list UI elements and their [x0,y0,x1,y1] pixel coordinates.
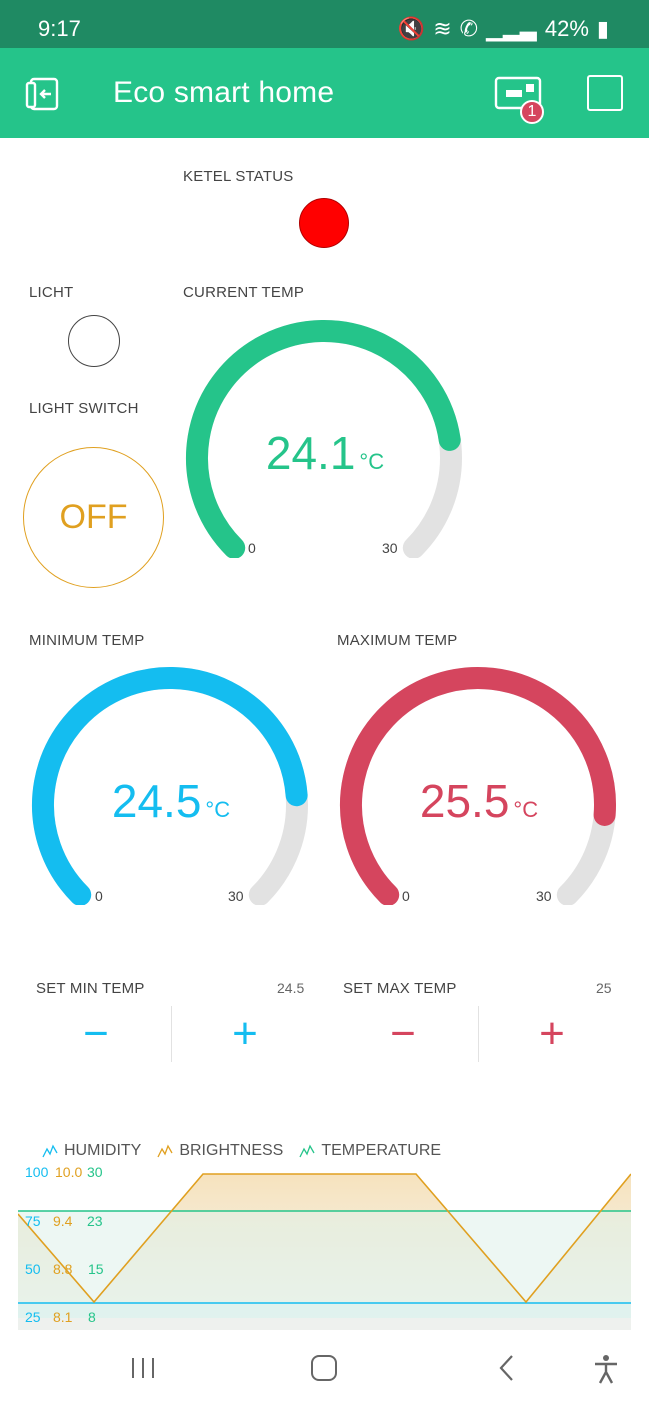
accessibility-icon[interactable] [593,1354,619,1384]
brightness-tick-8-1: 8.1 [53,1309,73,1325]
current-temp-max: 30 [382,540,398,556]
humidity-tick-100: 100 [25,1164,49,1180]
recents-icon[interactable] [130,1356,156,1380]
set-min-temp-label: SET MIN TEMP [36,980,145,997]
legend-temperature[interactable]: TEMPERATURE [299,1142,441,1160]
legend-humidity[interactable]: HUMIDITY [42,1142,141,1160]
mute-icon: 🔇 [397,16,426,41]
chart-legend: HUMIDITY BRIGHTNESS TEMPERATURE [42,1142,441,1160]
humidity-tick-25: 25 [25,1309,41,1325]
signal-icon: ▁▂▃ [486,16,537,41]
ketel-status-label: KETEL STATUS [183,168,294,185]
licht-label: LICHT [29,284,74,301]
temperature-tick-23: 23 [87,1213,103,1229]
legend-brightness[interactable]: BRIGHTNESS [157,1142,283,1160]
set-min-temp-value: 24.5 [277,980,305,996]
set-min-plus-button[interactable]: + [215,1012,275,1056]
status-bar: 9:17 🔇 ≋ ✆ ▁▂▃ 42% ▮ [0,0,649,48]
temperature-tick-8: 8 [88,1309,96,1325]
legend-brightness-label: BRIGHTNESS [179,1142,284,1159]
minimum-temp-max: 30 [228,888,244,904]
light-switch-label: LIGHT SWITCH [29,400,139,417]
wifi-icon: ≋ [433,16,452,41]
set-max-temp-value: 25 [596,980,612,996]
superchart[interactable] [18,1172,631,1332]
app-bar: Eco smart home 1 [0,48,649,138]
light-switch-button[interactable]: OFF [23,447,164,588]
minimum-temp-value: 24.5 °C [111,775,231,827]
set-max-divider [478,1006,479,1062]
temperature-tick-15: 15 [88,1261,104,1277]
system-nav-bar [0,1330,649,1407]
set-max-minus-button[interactable]: − [373,1012,433,1056]
brightness-legend-icon [157,1144,173,1158]
minimum-temp-label: MINIMUM TEMP [29,632,145,649]
settings-square-icon[interactable] [587,75,623,111]
home-icon[interactable] [311,1355,337,1381]
legend-temperature-label: TEMPERATURE [321,1142,442,1159]
set-min-minus-button[interactable]: − [66,1012,126,1056]
maximum-temp-min: 0 [402,888,410,904]
light-switch-state: OFF [59,498,128,536]
app-title: Eco smart home [113,76,335,109]
brightness-tick-10: 10.0 [55,1164,83,1180]
maximum-temp-label: MAXIMUM TEMP [337,632,458,649]
brightness-tick-9-4: 9.4 [53,1213,73,1229]
maximum-temp-value: 25.5 °C [419,775,539,827]
set-max-temp-label: SET MAX TEMP [343,980,457,997]
legend-humidity-label: HUMIDITY [64,1142,142,1159]
licht-led [68,315,120,367]
exit-icon[interactable] [25,76,61,112]
wifi-call-icon: ✆ [459,16,479,41]
notification-badge: 1 [527,103,537,120]
device-icon[interactable]: 1 [494,74,544,124]
current-temp-value: 24.1 °C [265,427,385,479]
temperature-tick-30: 30 [87,1164,103,1180]
humidity-legend-icon [42,1144,58,1158]
status-icons: 🔇 ≋ ✆ ▁▂▃ 42% ▮ [398,16,609,42]
humidity-tick-50: 50 [25,1261,41,1277]
humidity-tick-75: 75 [25,1213,41,1229]
maximum-temp-max: 30 [536,888,552,904]
back-icon[interactable] [496,1354,518,1382]
minimum-temp-min: 0 [95,888,103,904]
set-min-divider [171,1006,172,1062]
battery-text: 42% [544,16,589,41]
brightness-tick-8-8: 8.8 [53,1261,73,1277]
current-temp-label: CURRENT TEMP [183,284,305,301]
set-max-plus-button[interactable]: + [522,1012,582,1056]
current-temp-min: 0 [248,540,256,556]
battery-icon: ▮ [596,16,609,41]
ketel-status-led [299,198,349,248]
status-time: 9:17 [38,16,81,41]
temperature-legend-icon [299,1144,315,1158]
